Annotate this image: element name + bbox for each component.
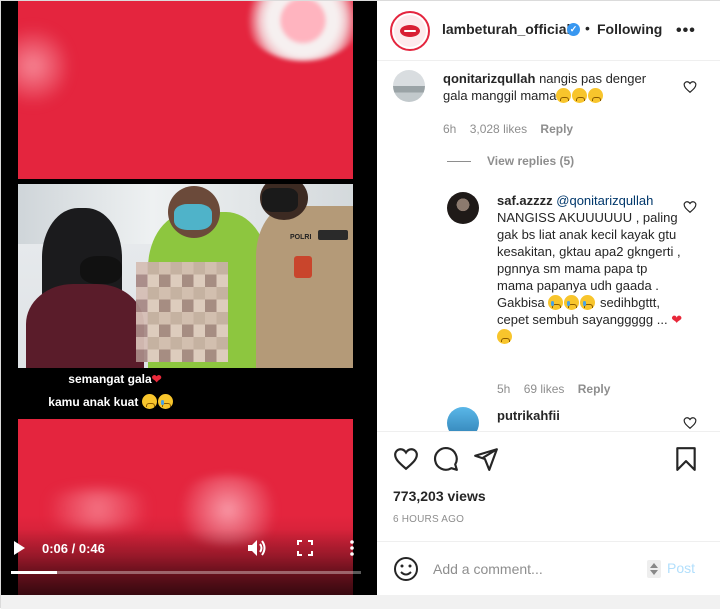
video-controls: 0:06 / 0:46 xyxy=(1,529,377,595)
comment-likes[interactable]: 69 likes xyxy=(524,382,565,396)
instagram-post-window: POLRI semangat gala❤ kamu anak kuat 0:06… xyxy=(0,0,720,609)
video-progress-bar[interactable] xyxy=(11,571,361,574)
separator-dot: • xyxy=(585,20,590,36)
comment-composer: Post xyxy=(377,541,720,595)
comment-input[interactable] xyxy=(433,558,633,580)
page-bottom-strip xyxy=(1,595,720,609)
comment-like-icon[interactable] xyxy=(683,416,697,430)
share-send-icon[interactable] xyxy=(473,446,499,472)
comment-avatar[interactable] xyxy=(393,70,425,102)
account-username[interactable]: lambeturah_official xyxy=(442,21,570,37)
comment-text: saf.azzzz @qonitarizqullah NANGISS AKUUU… xyxy=(497,192,687,345)
spinner-arrows-icon xyxy=(647,560,661,578)
comment-avatar[interactable] xyxy=(447,192,479,224)
reply-button[interactable]: Reply xyxy=(578,382,611,396)
account-avatar[interactable] xyxy=(390,11,430,51)
comment-text: qonitarizqullah nangis pas denger gala m… xyxy=(443,71,647,103)
comment-meta: 6h 3,028 likes Reply xyxy=(443,122,583,136)
comment-text: putrikahfii xyxy=(497,407,687,424)
emoji-smile-icon[interactable] xyxy=(393,556,419,582)
verified-icon: ✓ xyxy=(567,23,580,36)
video-time: 0:06 / 0:46 xyxy=(42,541,105,556)
comment-username[interactable]: qonitarizqullah xyxy=(443,71,535,86)
more-options-icon[interactable]: ••• xyxy=(676,22,696,40)
video-caption-line1: semangat gala❤ xyxy=(68,372,162,386)
comment-username[interactable]: saf.azzzz xyxy=(497,193,553,208)
comment-meta: 5h 69 likes Reply xyxy=(497,382,620,396)
post-actions: 773,203 views 6 HOURS AGO xyxy=(377,431,720,539)
bookmark-icon[interactable] xyxy=(673,446,699,472)
video-frame-top xyxy=(18,1,353,179)
video-progress-fill xyxy=(11,571,57,574)
comment-username[interactable]: putrikahfii xyxy=(497,408,560,423)
comment-age: 6h xyxy=(443,122,457,136)
comment-bubble-icon[interactable] xyxy=(433,446,459,472)
comments-list: qonitarizqullah nangis pas denger gala m… xyxy=(377,62,720,431)
blurred-face xyxy=(136,262,228,362)
comment-age: 5h xyxy=(497,382,511,396)
video-player[interactable]: POLRI semangat gala❤ kamu anak kuat 0:06… xyxy=(1,1,377,595)
police-label: POLRI xyxy=(290,234,312,241)
reply-button[interactable]: Reply xyxy=(540,122,573,136)
following-button[interactable]: Following xyxy=(597,21,662,37)
video-photo: POLRI xyxy=(18,184,353,368)
post-timestamp: 6 HOURS AGO xyxy=(393,514,465,525)
comment-like-icon[interactable] xyxy=(683,80,697,94)
view-replies-button[interactable]: View replies (5) xyxy=(447,154,574,168)
video-caption-line2: kamu anak kuat xyxy=(1,394,299,409)
comment-likes[interactable]: 3,028 likes xyxy=(470,122,527,136)
post-header: lambeturah_official ✓ • Following ••• xyxy=(377,1,720,61)
post-comment-button[interactable]: Post xyxy=(667,560,695,576)
play-icon[interactable] xyxy=(11,539,27,557)
comment-avatar[interactable] xyxy=(447,407,479,431)
post-side-panel: lambeturah_official ✓ • Following ••• qo… xyxy=(377,1,720,609)
comment-mention[interactable]: @qonitarizqullah xyxy=(556,193,653,208)
fullscreen-icon[interactable] xyxy=(297,540,313,556)
view-count[interactable]: 773,203 views xyxy=(393,488,486,504)
volume-icon[interactable] xyxy=(247,539,267,557)
comment-like-icon[interactable] xyxy=(683,200,697,214)
like-heart-icon[interactable] xyxy=(393,446,419,472)
more-vertical-icon[interactable] xyxy=(347,539,357,557)
